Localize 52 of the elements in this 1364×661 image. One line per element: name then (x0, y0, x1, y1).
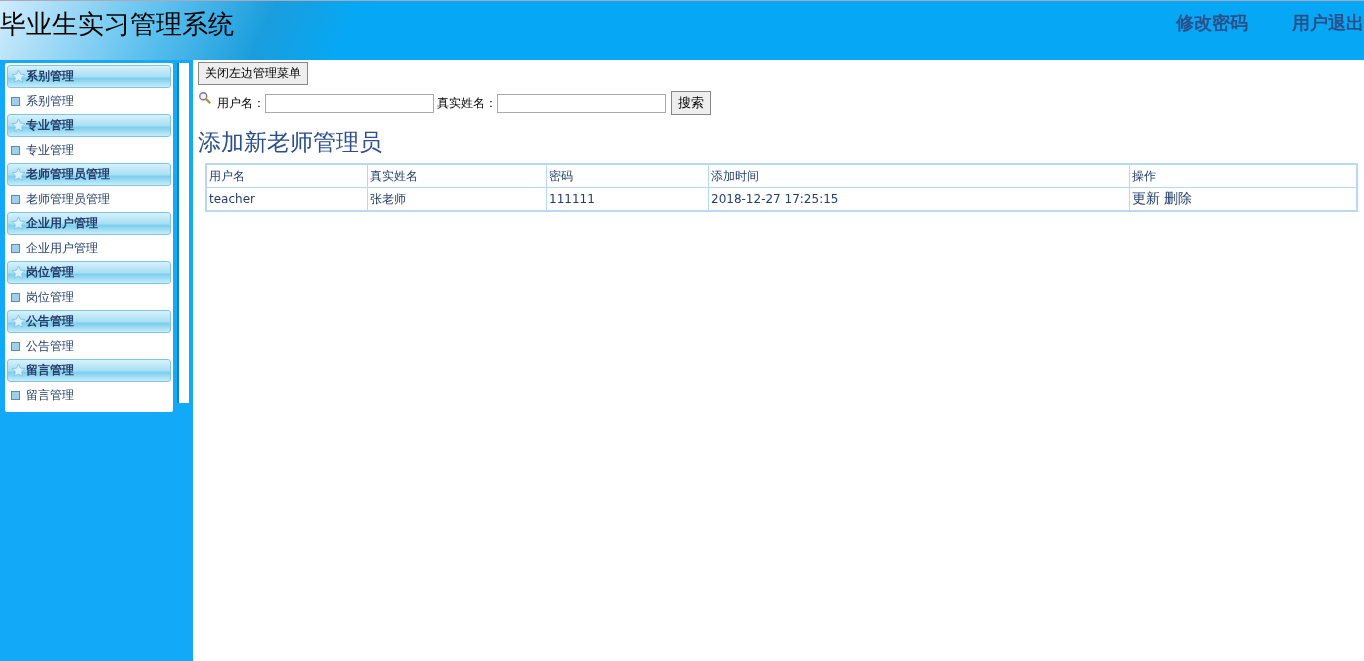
action-link[interactable]: 删除 (1163, 190, 1192, 206)
column-header: 真实姓名 (367, 164, 547, 188)
column-header: 添加时间 (708, 164, 1130, 188)
table-cell: teacher (206, 187, 368, 211)
star-icon (11, 363, 26, 378)
add-link[interactable]: 添加新老师管理员 (198, 127, 1358, 158)
menu-group-title: 企业用户管理 (26, 215, 98, 232)
action-link[interactable]: 更新 (1132, 190, 1160, 206)
menu-group-title: 留言管理 (26, 362, 74, 379)
menu-group-header[interactable]: 留言管理 (7, 359, 171, 382)
star-icon (11, 118, 26, 133)
menu-group-title: 系别管理 (26, 68, 74, 85)
column-header: 用户名 (206, 164, 368, 188)
square-icon (11, 145, 20, 155)
square-icon (11, 390, 20, 400)
input-field[interactable] (265, 93, 434, 113)
search-icon (198, 91, 212, 105)
field-label: 真实姓名： (437, 94, 497, 112)
square-icon (11, 96, 20, 106)
menu-group-header[interactable]: 企业用户管理 (7, 212, 171, 235)
star-icon (11, 314, 26, 329)
input-field[interactable] (497, 93, 666, 113)
menu-group-header[interactable]: 系别管理 (7, 65, 171, 88)
menu-item[interactable]: 老师管理员管理 (26, 190, 110, 208)
menu-item[interactable]: 系别管理 (26, 92, 74, 110)
star-icon (11, 216, 26, 231)
star-icon (11, 265, 26, 280)
star-icon (11, 69, 26, 84)
menu-group-title: 岗位管理 (26, 264, 74, 281)
menu-item[interactable]: 专业管理 (26, 141, 74, 159)
app-title: 毕业生实习管理系统 (0, 8, 234, 41)
square-icon (11, 243, 20, 253)
toggle-menu-button[interactable]: 关闭左边管理菜单 (198, 62, 308, 85)
menu-group-header[interactable]: 公告管理 (7, 310, 171, 333)
menu-item[interactable]: 公告管理 (26, 337, 74, 355)
table-cell: 张老师 (367, 187, 547, 211)
menu-group-header[interactable]: 老师管理员管理 (7, 163, 171, 186)
menu-item[interactable]: 岗位管理 (26, 288, 74, 306)
menu-item[interactable]: 企业用户管理 (26, 239, 98, 257)
menu-group-title: 公告管理 (26, 313, 74, 330)
column-header: 密码 (546, 164, 709, 188)
star-icon (11, 167, 26, 182)
menu-group-header[interactable]: 专业管理 (7, 114, 171, 137)
square-icon (11, 292, 20, 302)
menu-group-title: 专业管理 (26, 117, 74, 134)
square-icon (11, 341, 20, 351)
search-button[interactable]: 搜索 (671, 91, 711, 115)
menu-group-header[interactable]: 岗位管理 (7, 261, 171, 284)
menu-item[interactable]: 留言管理 (26, 386, 74, 404)
menu-group-title: 老师管理员管理 (26, 166, 110, 183)
field-label: 用户名： (217, 94, 265, 112)
square-icon (11, 194, 20, 204)
